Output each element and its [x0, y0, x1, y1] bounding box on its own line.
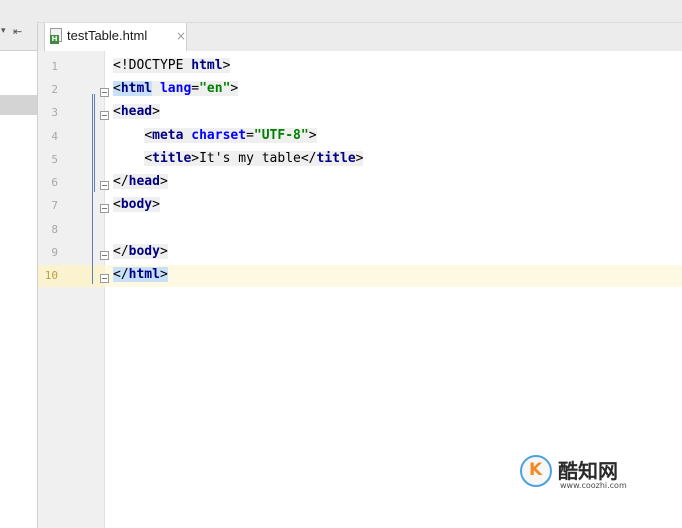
lt: <	[113, 81, 121, 96]
line-number: 1	[51, 60, 58, 73]
code-line-4: <meta charset="UTF-8">	[113, 126, 317, 146]
hide-panel-icon[interactable]: ⇤	[13, 25, 22, 38]
project-panel-header: ▾ ⇤	[0, 22, 37, 51]
tab-file-name: testTable.html	[67, 28, 148, 43]
close-icon[interactable]: ×	[176, 29, 186, 43]
gt: >	[308, 128, 317, 143]
code-line-1: <!DOCTYPE html>	[113, 56, 231, 76]
eq: =	[191, 81, 200, 96]
tag-name: html	[120, 81, 153, 96]
gt: >	[159, 267, 168, 282]
title-text: It's my table	[199, 151, 301, 166]
attr-value: "UTF-8"	[253, 128, 309, 143]
doctype-close: >	[222, 58, 231, 73]
gt: >	[159, 244, 168, 259]
brace-match-close: </html>	[113, 267, 168, 282]
code-line-2: <html lang="en">	[113, 79, 239, 99]
brace-match-open: <html	[113, 81, 153, 96]
fold-guide-html	[92, 94, 93, 284]
code-line-6: </head>	[113, 172, 168, 192]
lt-slash: </	[113, 244, 129, 259]
project-panel: ▾ ⇤	[0, 22, 38, 528]
gt: >	[152, 197, 160, 212]
code-line-3: <head>	[113, 102, 160, 122]
fold-end-body-icon[interactable]	[100, 251, 109, 260]
tag-name: body	[128, 244, 160, 259]
lt: <	[113, 197, 121, 212]
doctype-open: <!DOCTYPE	[113, 58, 192, 73]
doctype-keyword: html	[191, 58, 223, 73]
tag-name: title	[316, 151, 356, 166]
tag-name: head	[128, 174, 160, 189]
line-number: 3	[51, 106, 58, 119]
collapse-arrow-icon[interactable]: ▾	[1, 26, 6, 36]
tag-name: meta	[152, 128, 184, 143]
gt: >	[152, 104, 160, 119]
html-file-icon: H	[50, 28, 62, 44]
watermark-title: 酷知网	[558, 459, 618, 483]
lt: <	[144, 128, 153, 143]
watermark-logo-letter: K	[529, 460, 543, 480]
lt-slash: </	[113, 267, 129, 282]
lt: <	[144, 151, 153, 166]
attr-name: lang	[159, 81, 192, 96]
fold-end-head-icon[interactable]	[100, 181, 109, 190]
lt-slash: </	[113, 174, 129, 189]
fold-body-icon[interactable]	[100, 204, 109, 213]
line-number: 8	[51, 223, 58, 236]
code-line-9: </body>	[113, 242, 168, 262]
tag-name: html	[128, 267, 160, 282]
html-badge: H	[50, 35, 59, 44]
line-number: 2	[51, 83, 58, 96]
tag-name: title	[152, 151, 192, 166]
doctype-token: <!DOCTYPE html>	[113, 58, 231, 73]
lt: <	[113, 104, 121, 119]
window-top-strip	[0, 0, 682, 22]
attr-value: "en"	[199, 81, 231, 96]
line-number: 7	[51, 199, 58, 212]
gt: >	[355, 151, 364, 166]
code-line-7: <body>	[113, 195, 160, 215]
line-number-current: 10	[44, 269, 58, 282]
code-line-10: </html>	[113, 265, 168, 285]
gt: >	[191, 151, 200, 166]
line-number: 5	[51, 153, 58, 166]
fold-end-html-icon[interactable]	[100, 274, 109, 283]
fold-html-icon[interactable]	[100, 88, 109, 97]
gt: >	[230, 81, 239, 96]
attr-name: charset	[191, 128, 247, 143]
watermark-url: www.coozhi.com	[560, 481, 627, 490]
editor-tab-bar: H testTable.html ×	[38, 22, 682, 52]
line-number: 4	[51, 130, 58, 143]
line-number: 6	[51, 176, 58, 189]
editor-tab-testtable[interactable]: H testTable.html ×	[44, 23, 187, 51]
watermark-logo-icon: K	[520, 455, 552, 487]
code-line-5: <title>It's my table</title>	[113, 149, 364, 169]
fold-head-icon[interactable]	[100, 111, 109, 120]
tag-name: head	[120, 104, 153, 119]
selected-tree-item[interactable]	[0, 95, 37, 115]
eq: =	[246, 128, 254, 143]
tag-name: body	[120, 197, 153, 212]
line-number: 9	[51, 246, 58, 259]
fold-guide-head	[94, 94, 95, 192]
gt: >	[159, 174, 168, 189]
lt-slash: </	[300, 151, 317, 166]
